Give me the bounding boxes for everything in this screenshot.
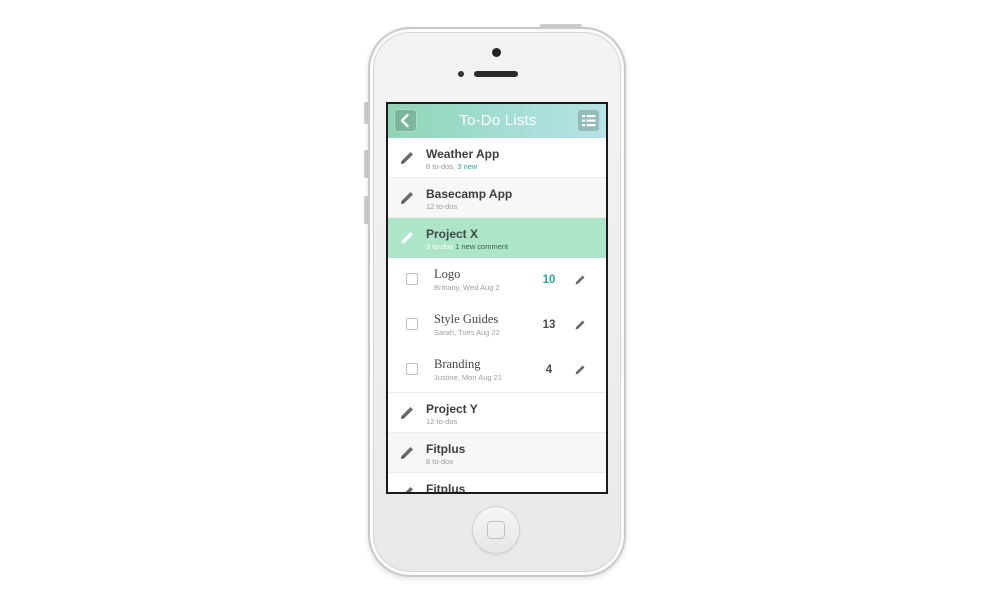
todo-list: Weather App 8 to-dos, 3 new Basecamp App… <box>388 138 606 494</box>
task-meta: Justine, Mon Aug 21 <box>434 373 502 382</box>
project-row-project-y[interactable]: Project Y 12 to-dos <box>388 393 606 433</box>
todo-count: 8 to-dos, <box>426 162 456 171</box>
project-row-weather-app[interactable]: Weather App 8 to-dos, 3 new <box>388 138 606 178</box>
task-name: Logo <box>434 267 461 281</box>
task-checkbox[interactable] <box>406 363 418 375</box>
project-meta: 12 to-dos <box>426 417 458 426</box>
project-meta: 8 to-dos, 3 new <box>426 162 477 171</box>
project-meta: 3 to-dos 1 new comment <box>426 242 508 251</box>
task-checkbox[interactable] <box>406 273 418 285</box>
project-row-basecamp-app[interactable]: Basecamp App 12 to-dos <box>388 178 606 218</box>
edit-pencil-icon[interactable] <box>574 274 586 286</box>
home-button-square-icon <box>487 521 505 539</box>
task-checkbox[interactable] <box>406 318 418 330</box>
task-meta: Sarah, Tues Aug 22 <box>434 328 500 337</box>
app-screen: To-Do Lists Weather App 8 to-dos, 3 new <box>386 102 608 494</box>
pencil-icon <box>401 407 413 419</box>
pencil-icon <box>401 232 413 244</box>
pencil-icon <box>405 487 413 492</box>
project-row-fitplus[interactable]: Fitplus 8 to-dos <box>388 433 606 473</box>
task-count: 13 <box>542 319 556 331</box>
project-meta: 12 to-dos <box>426 202 458 211</box>
navigation-bar: To-Do Lists <box>388 104 606 138</box>
page-title: To-Do Lists <box>459 112 537 129</box>
new-badge: 3 new <box>457 162 478 171</box>
pencil-icon <box>401 447 413 459</box>
task-count: 4 <box>545 364 553 376</box>
task-row-style-guides[interactable]: Style Guides Sarah, Tues Aug 22 13 <box>388 303 606 348</box>
task-row-branding[interactable]: Branding Justine, Mon Aug 21 4 <box>388 348 606 393</box>
pencil-icon <box>401 152 413 164</box>
project-name: Project X <box>426 227 479 241</box>
pencil-icon <box>401 192 413 204</box>
project-row-project-x[interactable]: Project X 3 to-dos 1 new comment <box>388 218 606 258</box>
edit-pencil-icon[interactable] <box>574 319 586 331</box>
list-menu-icon <box>582 115 596 127</box>
todo-count: 3 to-dos <box>426 242 454 251</box>
project-name: Fitplus <box>426 442 466 456</box>
task-count: 10 <box>542 274 556 286</box>
task-name: Branding <box>434 357 481 371</box>
project-name: Project Y <box>426 402 478 416</box>
project-meta: 8 to-dos <box>426 457 454 466</box>
earpiece-speaker <box>474 71 518 77</box>
chevron-left-icon <box>400 113 409 128</box>
task-name: Style Guides <box>434 312 499 326</box>
project-name: Weather App <box>426 147 500 161</box>
list-menu-button[interactable] <box>577 109 600 132</box>
front-camera <box>492 48 501 57</box>
task-meta: Brittany, Wed Aug 2 <box>434 283 500 292</box>
proximity-sensor <box>458 71 464 77</box>
project-row-fitplus-2[interactable]: Fitplus <box>388 473 606 494</box>
project-name: Basecamp App <box>426 187 513 201</box>
project-name: Fitplus <box>426 482 466 494</box>
task-row-logo[interactable]: Logo Brittany, Wed Aug 2 10 <box>388 258 606 303</box>
back-button[interactable] <box>394 109 417 132</box>
comment-count: 1 new comment <box>455 242 509 251</box>
edit-pencil-icon[interactable] <box>574 364 586 376</box>
